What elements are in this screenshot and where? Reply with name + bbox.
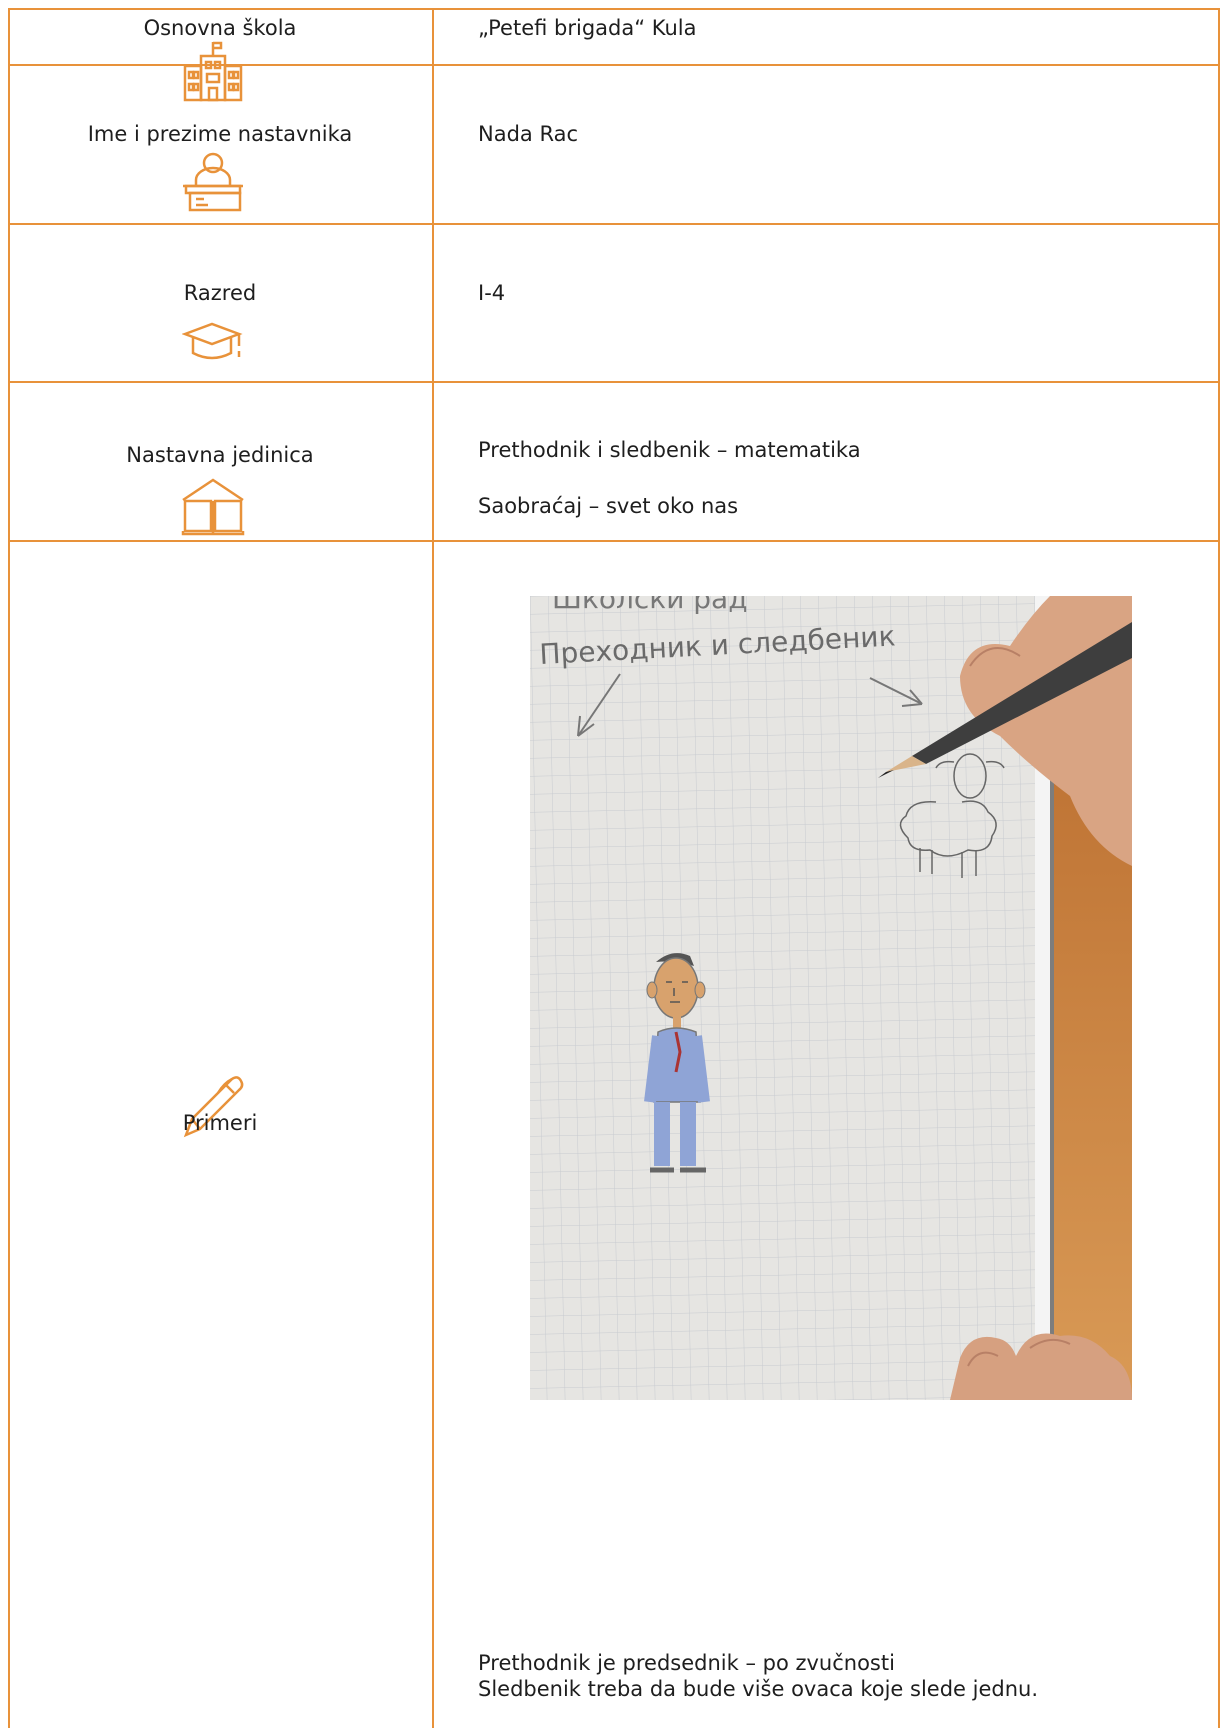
table-border-left bbox=[8, 8, 10, 1728]
grade-label: Razred bbox=[183, 281, 257, 305]
open-book-icon bbox=[181, 478, 245, 536]
column-divider bbox=[432, 8, 434, 1728]
lesson-info-table: Osnovna škola „Petefi brigada“ Kula Ime … bbox=[0, 0, 1226, 1728]
student-drawing-photo: Школски рад Преходник и следбеник bbox=[530, 596, 1132, 1400]
grade-value: I-4 bbox=[478, 281, 506, 305]
row-divider bbox=[8, 381, 1218, 383]
row-divider bbox=[8, 223, 1218, 225]
teacher-value: Nada Rac bbox=[478, 122, 578, 146]
unit-value-1: Prethodnik i sledbenik – matematika bbox=[478, 438, 861, 462]
school-value: „Petefi brigada“ Kula bbox=[478, 16, 697, 40]
caption-line-1: Prethodnik je predsednik – po zvučnosti bbox=[478, 1651, 895, 1675]
teacher-label: Ime i prezime nastavnika bbox=[87, 122, 353, 146]
table-border-right bbox=[1218, 8, 1220, 1728]
row-divider bbox=[8, 540, 1218, 542]
photo-title-text: Школски рад bbox=[552, 596, 748, 615]
unit-value-2: Saobraćaj – svet oko nas bbox=[478, 494, 739, 518]
table-border-top bbox=[8, 8, 1218, 10]
unit-label: Nastavna jedinica bbox=[126, 443, 314, 467]
school-label: Osnovna škola bbox=[143, 16, 297, 40]
graduation-cap-icon bbox=[182, 322, 243, 360]
school-building-icon bbox=[183, 41, 243, 102]
examples-label: Primeri bbox=[182, 1111, 258, 1135]
teacher-desk-icon bbox=[183, 152, 243, 212]
caption-line-2: Sledbenik treba da bude više ovaca koje … bbox=[478, 1677, 1039, 1701]
